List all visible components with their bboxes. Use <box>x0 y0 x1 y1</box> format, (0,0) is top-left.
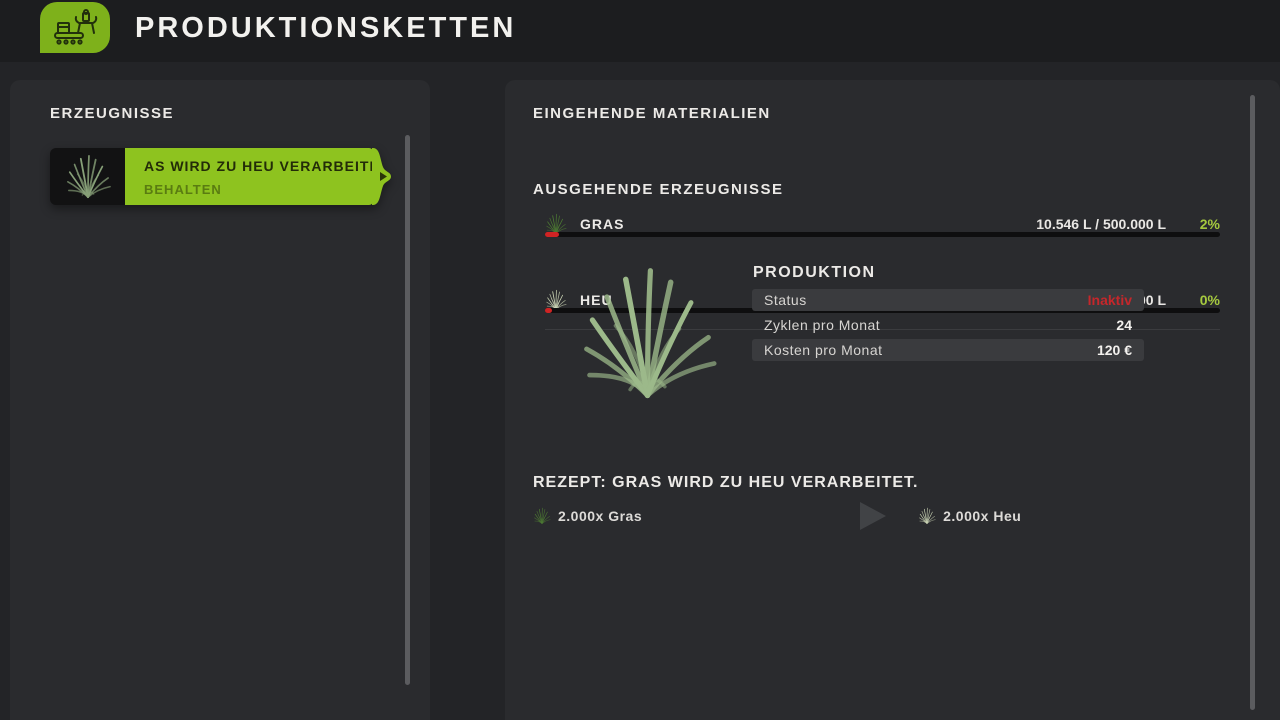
row-label: Status <box>764 292 807 308</box>
grass-icon <box>533 507 551 525</box>
material-amount: 10.546 L / 500.000 L <box>1036 216 1166 232</box>
recipe-row: 2.000x Gras 2.000x Heu <box>533 503 1173 529</box>
recipe-input-qty: 2.000x Gras <box>558 508 642 524</box>
inputs-section-title: EINGEHENDE MATERIALIEN <box>533 105 771 122</box>
grass-plant-image <box>575 262 720 407</box>
gras-fill-bar <box>545 232 1220 237</box>
material-name: GRAS <box>580 216 624 232</box>
recipe-title: REZEPT: GRAS WIRD ZU HEU VERARBEITET. <box>533 474 918 492</box>
production-stats-table: Status Inaktiv Zyklen pro Monat 24 Koste… <box>752 289 1144 364</box>
production-list-item[interactable]: AS WIRD ZU HEU VERARBEITET BEHALTEN <box>50 148 397 205</box>
row-label: Kosten pro Monat <box>764 342 883 358</box>
production-item-thumbnail <box>50 148 125 205</box>
status-badge: Inaktiv <box>1088 292 1132 308</box>
material-fill-percent: 0% <box>1166 292 1220 308</box>
page-title: PRODUKTIONSKETTEN <box>135 12 516 45</box>
left-panel-scrollbar[interactable] <box>405 135 410 685</box>
item-tab-pointer <box>372 148 392 205</box>
gras-fill-bar-value <box>545 232 559 237</box>
row-label: Zyklen pro Monat <box>764 317 880 333</box>
row-value: 120 € <box>1097 342 1132 358</box>
production-item-name: AS WIRD ZU HEU VERARBEITET <box>144 158 372 174</box>
detail-panel: EINGEHENDE MATERIALIEN GRAS 10.546 L / 5… <box>505 80 1280 720</box>
production-item-mode: BEHALTEN <box>144 182 369 197</box>
right-panel-scrollbar[interactable] <box>1250 95 1255 710</box>
process-arrow-icon <box>860 502 886 530</box>
table-row-status: Status Inaktiv <box>752 289 1144 311</box>
production-section-title: PRODUKTION <box>753 264 876 282</box>
products-panel-title: ERZEUGNISSE <box>50 105 174 122</box>
hay-icon <box>918 507 936 525</box>
production-chain-icon <box>40 2 110 53</box>
row-value: 24 <box>1116 317 1132 333</box>
grass-icon <box>62 153 114 201</box>
products-panel: ERZEUGNISSE AS WIRD ZU HEU VERARBEITET B… <box>10 80 430 720</box>
production-item-tab: AS WIRD ZU HEU VERARBEITET BEHALTEN <box>125 148 373 205</box>
outputs-section-title: AUSGEHENDE ERZEUGNISSE <box>533 181 784 198</box>
table-row-cycles: Zyklen pro Monat 24 <box>752 314 1144 336</box>
material-fill-percent: 2% <box>1166 216 1220 232</box>
table-row-costs: Kosten pro Monat 120 € <box>752 339 1144 361</box>
recipe-output-qty: 2.000x Heu <box>943 508 1021 524</box>
heu-fill-bar-value <box>545 308 552 313</box>
material-row-gras: GRAS 10.546 L / 500.000 L 2% <box>545 214 1220 234</box>
